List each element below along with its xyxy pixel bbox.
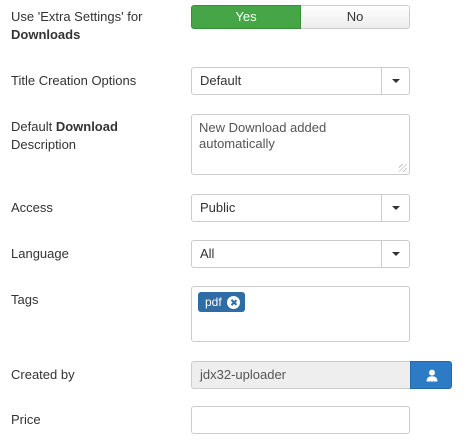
access-label: Access	[11, 200, 53, 215]
title-creation-select[interactable]: Default	[191, 67, 410, 95]
language-label: Language	[11, 246, 69, 261]
extra-settings-label-line1: Use 'Extra Settings' for	[11, 9, 143, 24]
chevron-down-icon	[381, 195, 409, 221]
chevron-down-icon	[381, 68, 409, 94]
chevron-down-icon	[381, 241, 409, 267]
access-select[interactable]: Public	[191, 194, 410, 222]
language-value: All	[200, 246, 215, 261]
default-description-label-bold: Download	[55, 119, 118, 134]
user-icon	[426, 369, 438, 382]
title-creation-label: Title Creation Options	[11, 73, 137, 88]
yes-option[interactable]: Yes	[191, 5, 301, 29]
default-description-textarea[interactable]: New Download added automatically	[191, 114, 410, 175]
title-creation-value: Default	[200, 73, 242, 88]
tags-label: Tags	[11, 292, 39, 307]
extra-settings-toggle: Yes No	[191, 5, 410, 29]
tag-chip: pdf	[198, 292, 245, 312]
tag-chip-label: pdf	[205, 295, 222, 309]
remove-tag-icon[interactable]	[226, 295, 240, 309]
resize-grip-icon[interactable]	[399, 164, 407, 172]
default-description-label-line2: Description	[11, 137, 77, 152]
created-by-field: jdx32-uploader	[191, 361, 410, 389]
price-input[interactable]	[191, 406, 410, 434]
access-value: Public	[200, 200, 236, 215]
language-select[interactable]: All	[191, 240, 410, 268]
default-description-label: Default Download Description	[11, 118, 118, 154]
default-description-value: New Download added automatically	[199, 120, 327, 151]
default-description-label-prefix: Default	[11, 119, 56, 134]
select-user-button[interactable]	[410, 361, 452, 389]
extra-settings-label: Use 'Extra Settings' for Downloads	[11, 8, 142, 44]
tags-input[interactable]: pdf	[191, 286, 410, 342]
created-by-label: Created by	[11, 367, 75, 382]
price-label: Price	[11, 412, 41, 427]
extra-settings-label-line2: Downloads	[11, 27, 81, 42]
no-option[interactable]: No	[301, 5, 410, 29]
